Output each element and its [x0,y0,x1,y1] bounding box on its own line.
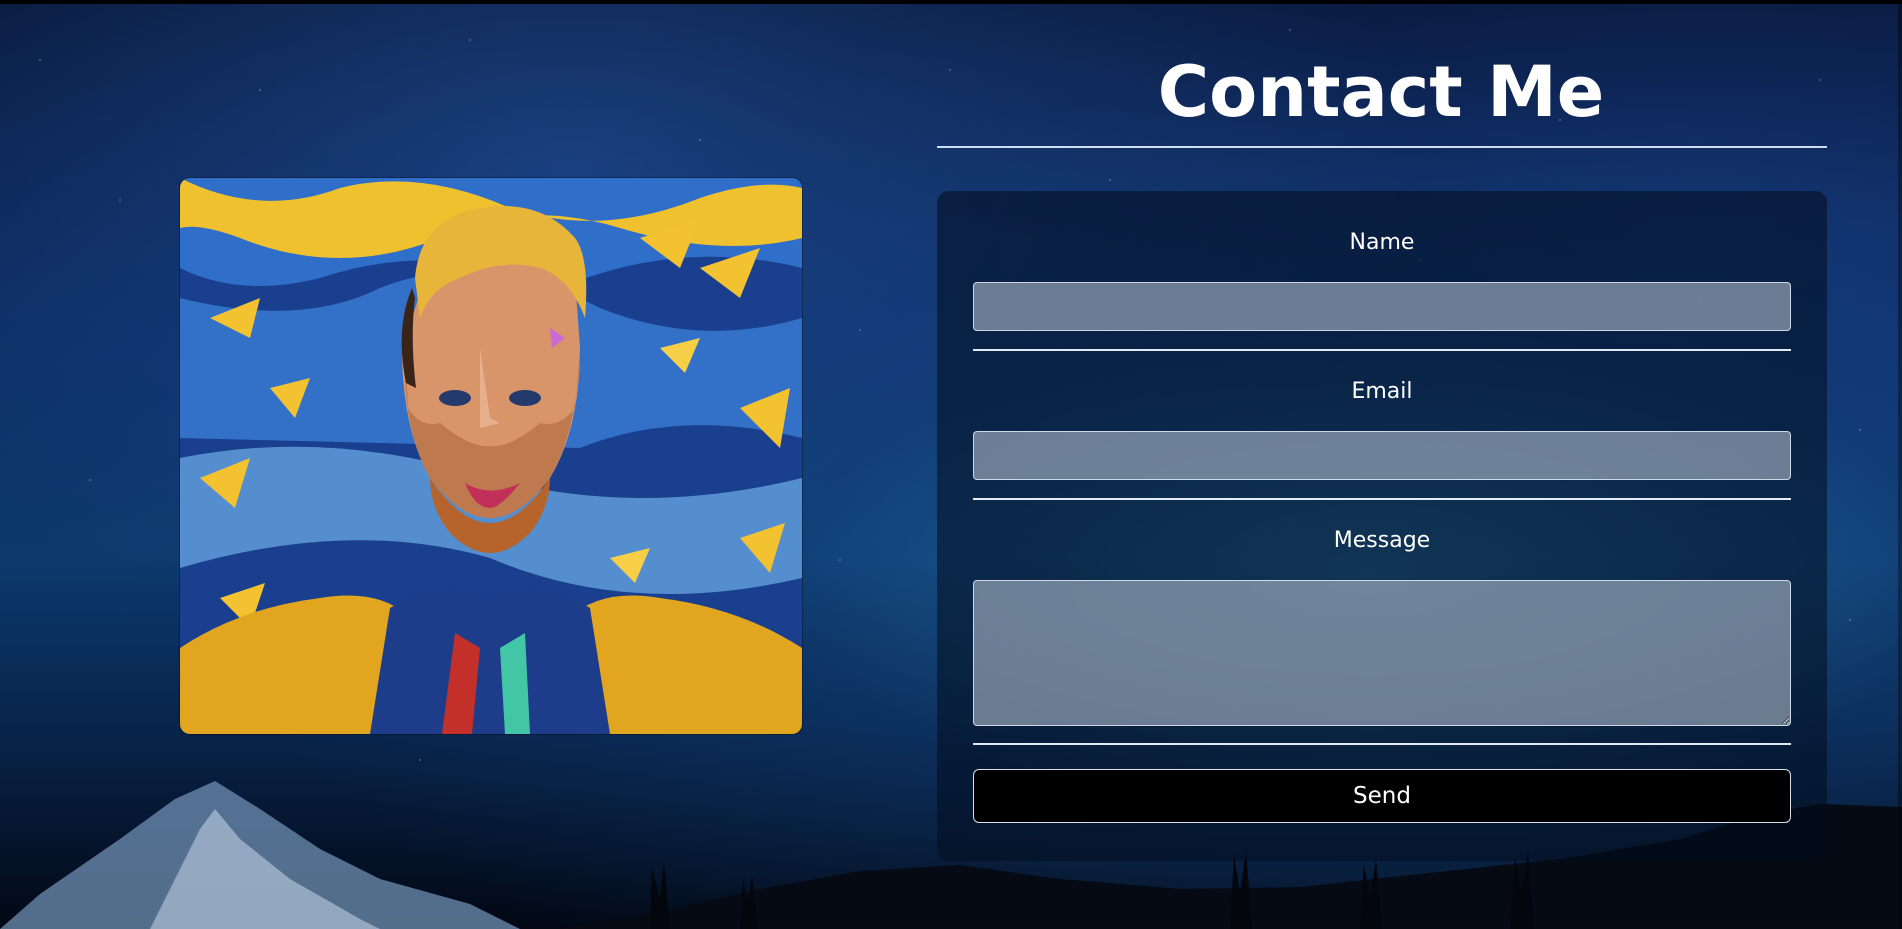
message-divider [973,743,1791,745]
name-input[interactable] [973,282,1791,331]
name-divider [973,349,1791,351]
contact-form-panel: Name Email Message Send [937,191,1827,861]
profile-portrait-image [180,178,802,734]
email-input[interactable] [973,431,1791,480]
email-divider [973,498,1791,500]
right-edge-strip [1898,0,1902,929]
title-divider [937,146,1827,148]
message-textarea[interactable] [973,580,1791,726]
name-label: Name [1349,230,1415,255]
message-label: Message [1333,528,1431,553]
top-border [0,0,1902,4]
email-label: Email [1351,379,1413,404]
page-title: Contact Me [1157,51,1605,133]
send-button[interactable]: Send [973,769,1791,823]
